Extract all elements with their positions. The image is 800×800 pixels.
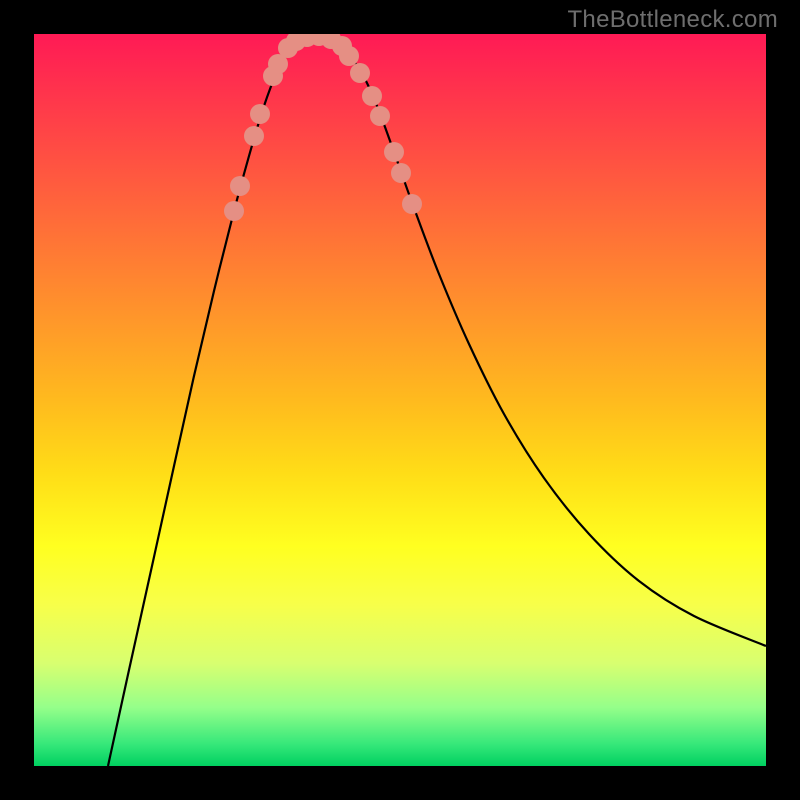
highlight-dot — [391, 163, 411, 183]
highlight-dot — [370, 106, 390, 126]
highlight-dot — [230, 176, 250, 196]
highlight-dot — [244, 126, 264, 146]
highlight-dot — [402, 194, 422, 214]
highlight-dots — [224, 34, 422, 221]
highlight-dot — [362, 86, 382, 106]
highlight-dot — [224, 201, 244, 221]
highlight-dot — [250, 104, 270, 124]
highlight-dot — [350, 63, 370, 83]
bottleneck-curve-path — [108, 36, 766, 766]
bottleneck-plot — [34, 34, 766, 766]
bottleneck-curve — [108, 36, 766, 766]
chart-area — [34, 34, 766, 766]
highlight-dot — [384, 142, 404, 162]
highlight-dot — [339, 46, 359, 66]
watermark-label: TheBottleneck.com — [567, 6, 778, 34]
